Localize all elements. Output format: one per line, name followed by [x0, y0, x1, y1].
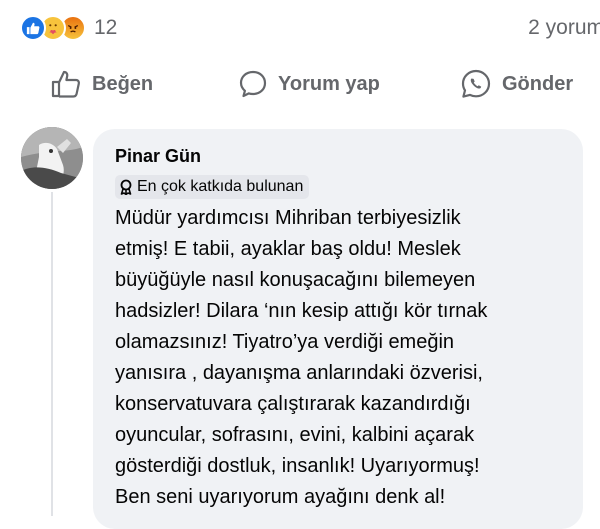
- thread-line: [51, 192, 53, 516]
- reaction-icons[interactable]: [20, 15, 86, 41]
- comment-line: hadsizler! Dilara ‘nın kesip attığı kör …: [115, 300, 488, 322]
- post-actions-bar: Beğen Yorum yap Gönder: [0, 62, 600, 106]
- comment-line: gösterdiği dostluk, insanlık! Uyarıyormu…: [115, 455, 480, 477]
- comment-line: Müdür yardımcısı Mihriban terbiyesizlik: [115, 207, 461, 229]
- comment-author[interactable]: Pinar Gün: [115, 146, 201, 167]
- comments-count[interactable]: 2 yorum: [528, 16, 600, 40]
- send-label: Gönder: [502, 72, 574, 95]
- like-icon: [20, 15, 46, 41]
- comment-line: Ben seni uyarıyorum ayağını denk al!: [115, 486, 446, 508]
- comment-line: etmiş! E tabii, ayaklar baş oldu! Meslek: [115, 238, 461, 260]
- top-contributor-badge[interactable]: En çok katkıda bulunan: [115, 175, 310, 199]
- comment-label: Yorum yap: [278, 72, 380, 95]
- reaction-summary: 12 2 yorum: [20, 10, 600, 46]
- comment-line: oyuncular, sofrasını, evini, kalbini aça…: [115, 424, 475, 446]
- comment-line: konservatuvara çalıştırarak kazandırdığı: [115, 393, 471, 415]
- whatsapp-icon: [460, 68, 492, 100]
- avatar[interactable]: [21, 127, 83, 189]
- badge-label: En çok katkıda bulunan: [137, 178, 304, 195]
- comment-body: Müdür yardımcısı Mihriban terbiyesizlik …: [115, 203, 580, 513]
- comment-button[interactable]: Yorum yap: [238, 62, 380, 106]
- thumbs-up-icon: [50, 69, 82, 99]
- award-ribbon-icon: [119, 179, 133, 195]
- comment-bubble-icon: [238, 69, 268, 99]
- send-button[interactable]: Gönder: [460, 62, 573, 106]
- comment-line: olamazsınız! Tiyatro’ya verdiği emeğin: [115, 331, 455, 353]
- comment-line: büyüğüyle nasıl konuşacağını bilemeyen: [115, 269, 476, 291]
- reaction-count[interactable]: 12: [94, 16, 117, 40]
- like-label: Beğen: [92, 72, 154, 95]
- comment-line: yanısıra , dayanışma anlarındaki özveris…: [115, 362, 483, 384]
- like-button[interactable]: Beğen: [50, 62, 153, 106]
